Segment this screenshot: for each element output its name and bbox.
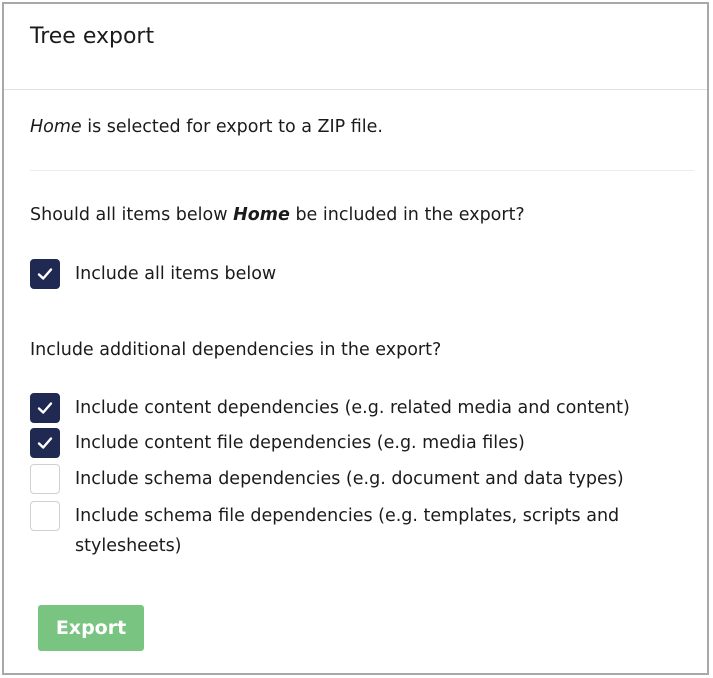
schema-file-dependencies-checkbox[interactable]: [30, 501, 60, 531]
dialog-header: Tree export: [4, 4, 707, 90]
include-descendants-label: Include all items below: [75, 264, 277, 284]
descendants-question-item: Home: [233, 205, 290, 225]
export-intro-text: Home is selected for export to a ZIP fil…: [30, 115, 383, 139]
intro-description: is selected for export to a ZIP file.: [81, 117, 383, 137]
include-descendants-checkbox[interactable]: [30, 259, 60, 289]
schema-dependencies-label: Include schema dependencies (e.g. docume…: [75, 469, 624, 489]
dialog-title: Tree export: [30, 24, 155, 49]
intro-item-name: Home: [30, 117, 82, 137]
descendants-question-prefix: Should all items below: [30, 205, 234, 225]
content-file-dependencies-label: Include content file dependencies (e.g. …: [75, 433, 525, 453]
schema-file-dependencies-option[interactable]: Include schema file dependencies (e.g. t…: [30, 501, 660, 561]
checkmark-icon: [37, 437, 53, 449]
checkmark-icon: [37, 268, 53, 280]
descendants-question-suffix: be included in the export?: [289, 205, 525, 225]
content-dependencies-option[interactable]: Include content dependencies (e.g. relat…: [30, 393, 675, 423]
schema-file-dependencies-label: Include schema file dependencies (e.g. t…: [75, 506, 620, 556]
schema-dependencies-checkbox[interactable]: [30, 464, 60, 494]
content-file-dependencies-option[interactable]: Include content file dependencies (e.g. …: [30, 428, 675, 458]
content-dependencies-checkbox[interactable]: [30, 393, 60, 423]
dependencies-question: Include additional dependencies in the e…: [30, 340, 442, 360]
export-button[interactable]: Export: [38, 605, 144, 651]
content-dependencies-label: Include content dependencies (e.g. relat…: [75, 398, 630, 418]
dialog-content: Home is selected for export to a ZIP fil…: [30, 90, 694, 673]
include-descendants-option[interactable]: Include all items below: [30, 259, 675, 289]
checkmark-icon: [37, 402, 53, 414]
schema-dependencies-option[interactable]: Include schema dependencies (e.g. docume…: [30, 464, 675, 494]
tree-export-dialog: Tree export Home is selected for export …: [2, 2, 709, 675]
section-divider: [30, 170, 694, 171]
descendants-question: Should all items below Home be included …: [30, 203, 525, 227]
content-file-dependencies-checkbox[interactable]: [30, 428, 60, 458]
